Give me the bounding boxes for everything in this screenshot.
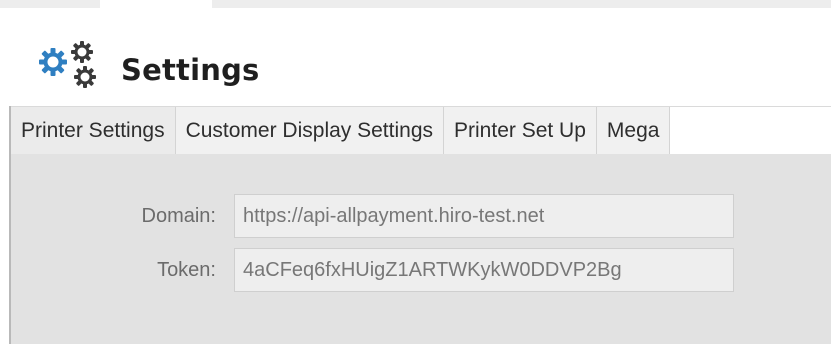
- token-label: Token:: [157, 259, 216, 281]
- tab-printer-set-up[interactable]: Printer Set Up: [444, 107, 597, 155]
- tab-mega[interactable]: Mega: [596, 107, 671, 155]
- top-tab-strip: [0, 0, 831, 8]
- tab-customer-display-settings[interactable]: Customer Display Settings: [175, 107, 445, 155]
- settings-tab-bar: Printer Settings Customer Display Settin…: [11, 106, 831, 155]
- token-field[interactable]: [234, 248, 734, 292]
- active-window-tab[interactable]: [100, 0, 212, 8]
- gears-icon: [39, 41, 96, 88]
- tab-printer-settings[interactable]: Printer Settings: [11, 107, 176, 155]
- page-title: Settings: [121, 53, 260, 87]
- settings-header: Settings: [0, 8, 831, 106]
- domain-field[interactable]: [234, 194, 734, 238]
- domain-label: Domain:: [141, 205, 216, 227]
- tab-content-panel: Domain: Token:: [11, 154, 831, 344]
- settings-window: Settings Printer Settings Customer Displ…: [0, 0, 831, 344]
